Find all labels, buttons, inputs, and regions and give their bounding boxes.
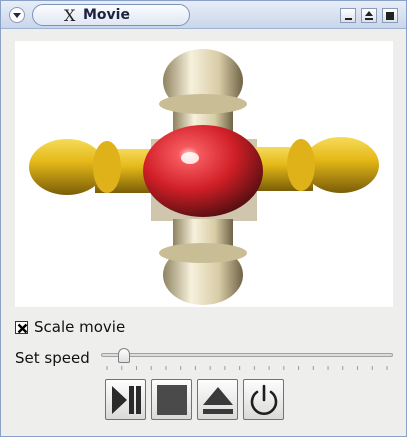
play-pause-button[interactable]: [105, 379, 146, 420]
stop-icon: [156, 384, 187, 415]
power-icon: [250, 384, 277, 415]
playback-controls: [105, 379, 284, 420]
eject-button[interactable]: [197, 379, 238, 420]
scale-movie-label: Scale movie: [34, 318, 126, 336]
window-title: Movie: [83, 7, 130, 23]
set-speed-label: Set speed: [15, 349, 90, 367]
slider-thumb[interactable]: [118, 348, 130, 363]
close-button[interactable]: [382, 8, 398, 23]
molecule-image: [29, 49, 379, 305]
check-x-icon: [17, 323, 28, 333]
speed-slider[interactable]: [101, 347, 393, 373]
slider-ticks: [106, 366, 388, 370]
title-bar[interactable]: X Movie: [1, 1, 406, 29]
movie-display: [15, 41, 393, 307]
play-pause-icon: [111, 385, 141, 414]
movie-window: X Movie Scale movie Set speed: [0, 0, 407, 437]
title-pill[interactable]: X Movie: [32, 4, 190, 26]
minimize-button[interactable]: [340, 8, 356, 23]
eject-icon: [202, 386, 233, 414]
x-logo-icon: X: [64, 6, 76, 25]
stop-button[interactable]: [151, 379, 192, 420]
maximize-button[interactable]: [361, 8, 377, 23]
scale-movie-checkbox[interactable]: Scale movie: [15, 317, 125, 337]
power-button[interactable]: [243, 379, 284, 420]
slider-track[interactable]: [101, 353, 393, 357]
checkbox-box[interactable]: [15, 320, 28, 334]
window-menu-button[interactable]: [9, 7, 25, 23]
